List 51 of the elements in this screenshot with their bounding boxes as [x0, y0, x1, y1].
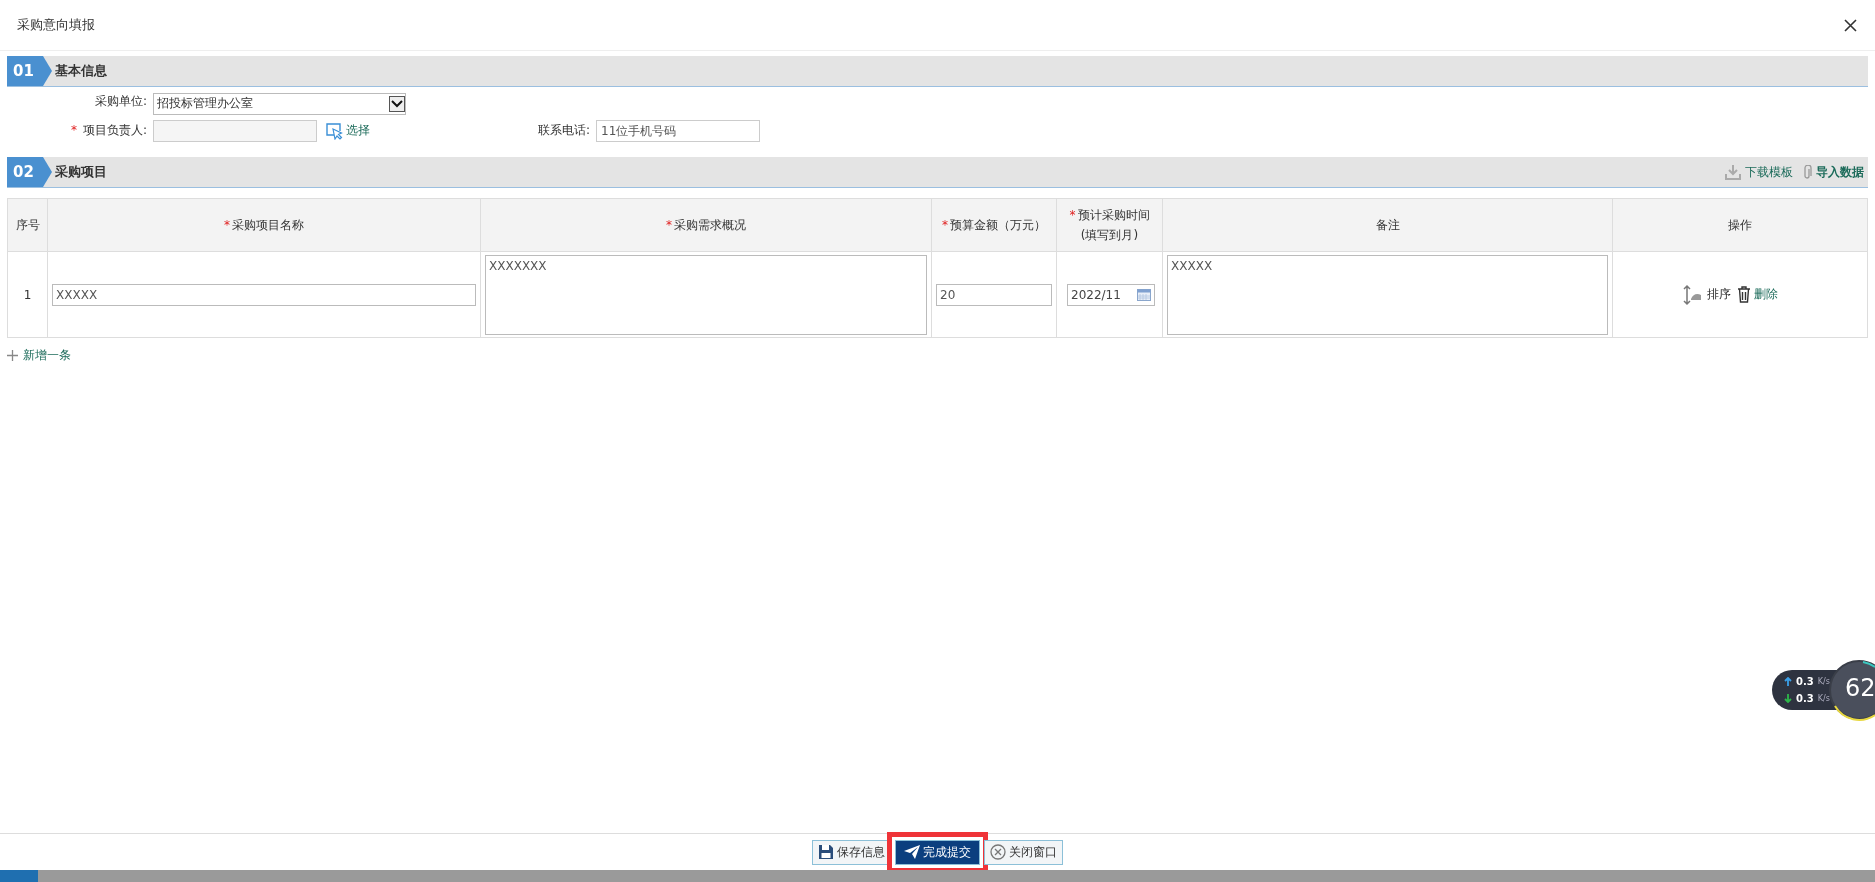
calendar-icon[interactable]	[1137, 288, 1151, 301]
column-header: 操作	[1612, 198, 1868, 252]
sort-link[interactable]: 排序	[1682, 283, 1731, 306]
delete-link[interactable]: 删除	[1737, 286, 1778, 303]
trash-icon[interactable]	[1737, 286, 1751, 303]
column-header: * 采购项目名称	[47, 198, 481, 252]
section-number: 01	[7, 56, 52, 86]
cpu-percent: 62	[1845, 674, 1875, 702]
column-header: * 预算金额（万元）	[931, 198, 1057, 252]
dialog-title: 采购意向填报	[17, 16, 95, 34]
section-title: 采购项目	[55, 163, 107, 181]
add-row-link[interactable]: 新增一条	[7, 347, 71, 364]
download-link[interactable]: 下载模板	[1725, 163, 1793, 181]
column-header: 序号	[7, 198, 48, 252]
caret-icon[interactable]	[389, 95, 405, 112]
upload-arrow-icon	[1784, 677, 1792, 686]
column-header: 备注	[1162, 198, 1613, 252]
phone-input[interactable]: 11位手机号码	[596, 119, 760, 142]
remark-textarea[interactable]: XXXXX	[1167, 254, 1608, 335]
row-number: 1	[7, 251, 48, 338]
download-arrow-icon	[1784, 694, 1792, 703]
dropdown-field[interactable]: 招投标管理办公室	[153, 92, 406, 115]
required-mark: *	[70, 123, 77, 137]
import-link[interactable]: 导入数据	[1803, 163, 1864, 181]
name-input[interactable]: XXXXX	[52, 283, 476, 306]
field-label: 项目负责人:	[82, 123, 147, 137]
close-icon[interactable]	[1844, 18, 1857, 32]
plus-icon[interactable]	[7, 350, 18, 361]
start-tab[interactable]	[0, 870, 38, 882]
section-number: 02	[7, 157, 52, 187]
section-title: 基本信息	[55, 62, 107, 80]
speed-unit: K/s	[1817, 677, 1830, 686]
upload-speed: 0.3	[1796, 676, 1814, 687]
date-field[interactable]: 2022/11	[1067, 283, 1155, 306]
submit-button[interactable]: 完成提交	[895, 839, 980, 865]
field-label: 采购单位:	[94, 94, 147, 108]
download-speed: 0.3	[1796, 693, 1814, 704]
sort-icon[interactable]	[1682, 283, 1704, 306]
summary-textarea[interactable]: XXXXXXX	[485, 254, 927, 335]
input-field[interactable]	[153, 119, 317, 142]
speed-unit: K/s	[1817, 694, 1830, 703]
close-button[interactable]: 关闭窗口	[984, 839, 1063, 865]
column-header: * 预计采购时间 (填写到月)	[1056, 198, 1163, 252]
save-icon[interactable]	[818, 844, 834, 860]
select-link[interactable]: 选择	[325, 121, 370, 140]
paper-plane-icon[interactable]	[904, 845, 920, 859]
column-header: * 采购需求概况	[480, 198, 932, 252]
paperclip-icon[interactable]	[1803, 164, 1812, 180]
field-label: 联系电话:	[537, 123, 590, 137]
budget-input[interactable]: 20	[936, 283, 1052, 306]
cursor-icon[interactable]	[325, 121, 343, 140]
